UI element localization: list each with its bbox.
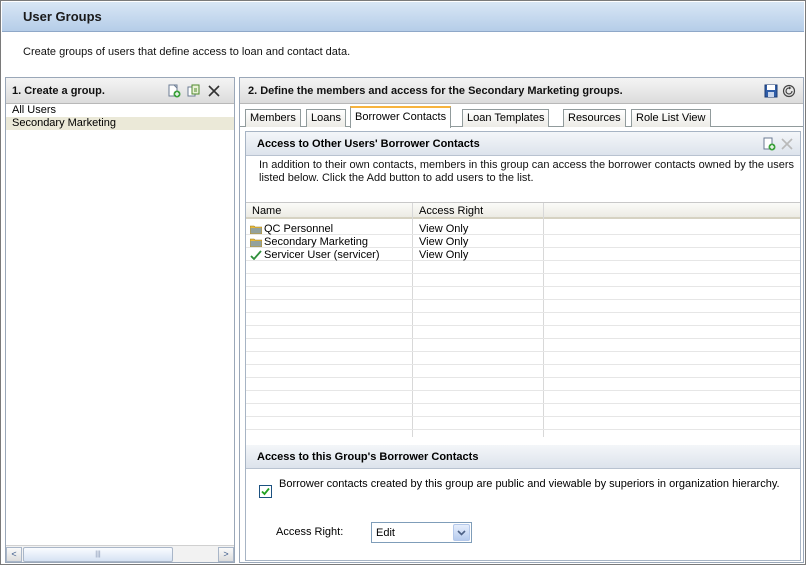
group-list: All Users Secondary Marketing <box>6 104 234 544</box>
empty-row <box>246 379 800 391</box>
table-row[interactable]: QC Personnel View Only <box>246 223 800 235</box>
title-bar: User Groups <box>2 2 804 32</box>
empty-row <box>246 275 800 287</box>
access-right-label: Access Right: <box>276 526 344 538</box>
table-row[interactable]: Servicer User (servicer) View Only <box>246 249 800 261</box>
tab-resources[interactable]: Resources <box>563 109 626 127</box>
contacts-access-grid: Name Access Right QC Personnel View Only… <box>246 202 800 437</box>
scroll-left-button[interactable]: < <box>6 547 22 562</box>
intro-text: Create groups of users that define acces… <box>23 46 351 58</box>
access-right-value: Edit <box>376 527 395 539</box>
tab-loans[interactable]: Loans <box>306 109 346 127</box>
empty-row <box>246 327 800 339</box>
window-title: User Groups <box>23 9 102 24</box>
table-row[interactable]: Secondary Marketing View Only <box>246 236 800 248</box>
define-members-title: 2. Define the members and access for the… <box>248 85 623 97</box>
tab-members[interactable]: Members <box>245 109 301 127</box>
empty-row <box>246 340 800 352</box>
group-section-title: Access to this Group's Borrower Contacts <box>257 451 479 463</box>
remove-user-icon[interactable] <box>779 136 795 152</box>
public-contacts-label: Borrower contacts created by this group … <box>279 478 780 490</box>
row-access: View Only <box>419 223 469 235</box>
create-group-header: 1. Create a group. <box>6 78 234 104</box>
user-check-icon <box>250 250 262 260</box>
empty-row <box>246 301 800 313</box>
empty-row <box>246 353 800 365</box>
grid-header: Name Access Right <box>246 203 800 219</box>
tab-borrower-contacts[interactable]: Borrower Contacts <box>350 106 452 128</box>
group-item-all-users[interactable]: All Users <box>6 104 234 117</box>
row-name: Servicer User (servicer) <box>264 249 380 261</box>
define-members-header: 2. Define the members and access for the… <box>240 78 803 104</box>
other-users-section-header: Access to Other Users' Borrower Contacts <box>246 132 800 156</box>
public-contacts-checkbox[interactable] <box>259 485 272 498</box>
group-section-header: Access to this Group's Borrower Contacts <box>246 445 800 469</box>
scroll-thumb[interactable]: ||| <box>23 547 173 562</box>
other-users-description: In addition to their own contacts, membe… <box>259 159 794 184</box>
column-header-access-right[interactable]: Access Right <box>419 205 483 217</box>
folder-icon <box>250 225 262 234</box>
empty-row <box>246 418 800 430</box>
group-item-secondary-marketing[interactable]: Secondary Marketing <box>6 117 234 130</box>
empty-row <box>246 392 800 404</box>
empty-row <box>246 314 800 326</box>
row-access: View Only <box>419 236 469 248</box>
save-icon[interactable] <box>763 83 779 99</box>
access-right-select[interactable]: Edit <box>371 522 472 543</box>
empty-row <box>246 405 800 417</box>
add-user-icon[interactable] <box>761 136 777 152</box>
copy-group-icon[interactable] <box>186 83 202 99</box>
define-members-panel: 2. Define the members and access for the… <box>239 77 804 563</box>
intro-area: Create groups of users that define acces… <box>2 33 804 73</box>
scroll-right-button[interactable]: > <box>218 547 234 562</box>
user-groups-window: User Groups Create groups of users that … <box>0 0 806 565</box>
reset-icon[interactable] <box>781 83 797 99</box>
empty-row <box>246 366 800 378</box>
borrower-contacts-content: Access to Other Users' Borrower Contacts… <box>245 131 801 561</box>
add-group-icon[interactable] <box>166 83 182 99</box>
row-name: QC Personnel <box>264 223 334 235</box>
column-header-name[interactable]: Name <box>252 205 281 217</box>
row-name: Secondary Marketing <box>264 236 368 248</box>
horizontal-scrollbar[interactable]: < ||| > <box>6 545 234 562</box>
tab-role-list-view[interactable]: Role List View <box>631 109 711 127</box>
delete-group-icon[interactable] <box>206 83 222 99</box>
checkmark-icon <box>261 487 270 496</box>
empty-row <box>246 288 800 300</box>
tab-loan-templates[interactable]: Loan Templates <box>462 109 550 127</box>
create-group-panel: 1. Create a group. All Users Secondary M… <box>5 77 235 563</box>
chevron-down-icon[interactable] <box>453 524 470 541</box>
empty-row <box>246 262 800 274</box>
row-access: View Only <box>419 249 469 261</box>
create-group-title: 1. Create a group. <box>12 85 105 97</box>
other-users-section-title: Access to Other Users' Borrower Contacts <box>257 138 480 150</box>
folder-icon <box>250 238 262 247</box>
tab-strip: Members Loans Borrower Contacts Loan Tem… <box>240 105 803 128</box>
